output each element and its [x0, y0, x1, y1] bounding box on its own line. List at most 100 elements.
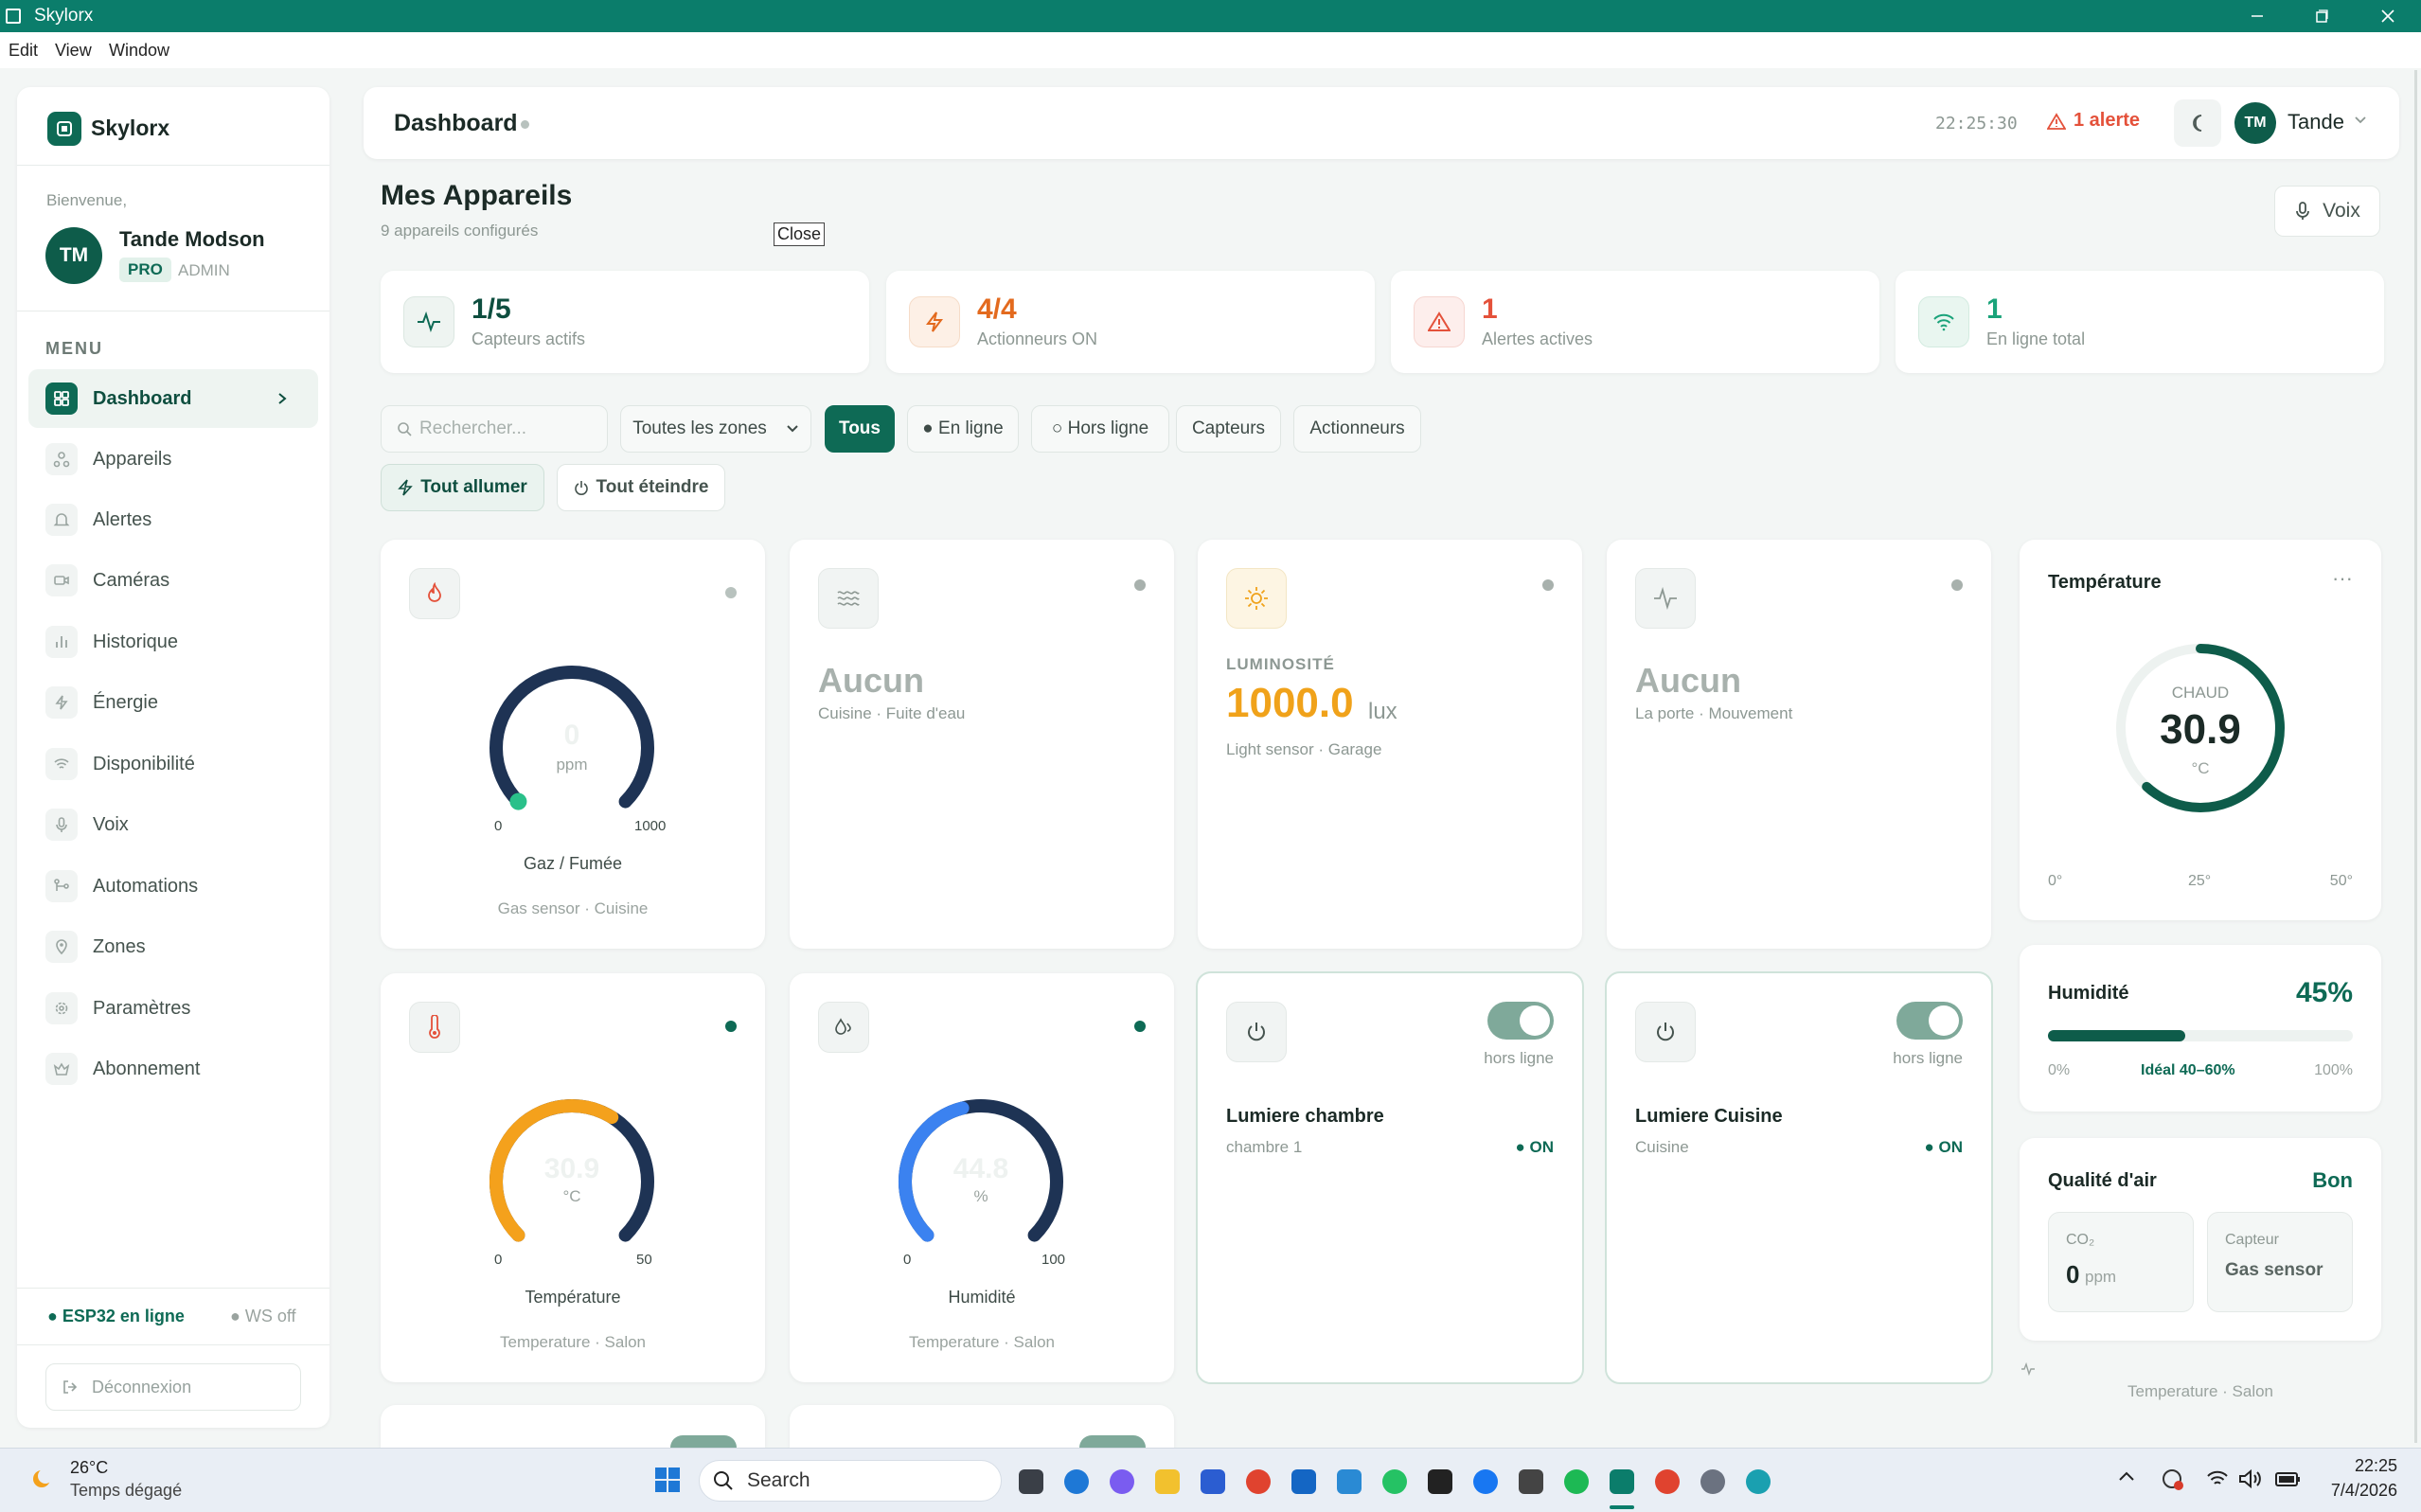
stat-label: Actionneurs ON — [977, 329, 1098, 348]
minimize-icon[interactable] — [2229, 0, 2286, 32]
device-card-temperature[interactable]: 30.9 °C 0 50 Température Temperature · S… — [381, 973, 765, 1382]
header-avatar[interactable]: TM — [2234, 102, 2276, 144]
nav-automations[interactable]: Automations — [28, 857, 318, 916]
arduino-icon[interactable] — [1746, 1469, 1771, 1494]
task-view-icon[interactable] — [1019, 1469, 1043, 1494]
filter-online[interactable]: ● En ligne — [907, 405, 1019, 453]
chevron-up-icon[interactable] — [2117, 1468, 2136, 1486]
app-icon — [6, 9, 21, 24]
wifi-icon — [1918, 296, 1969, 347]
device-card-light[interactable]: LUMINOSITÉ 1000.0 lux Light sensor · Gar… — [1198, 540, 1582, 949]
windows-start-icon[interactable] — [655, 1468, 680, 1492]
lamp-toggle[interactable] — [670, 1435, 737, 1448]
nav-dashboard[interactable]: Dashboard — [28, 369, 318, 428]
nav-historique[interactable]: Historique — [28, 613, 318, 671]
air-quality-status: Bon — [2312, 1168, 2353, 1192]
device-name: Gaz / Fumée — [523, 854, 623, 873]
device-card-partial[interactable] — [790, 1405, 1174, 1448]
chrome-icon[interactable] — [1655, 1469, 1680, 1494]
nav-appareils[interactable]: Appareils — [28, 430, 318, 489]
more-icon[interactable]: ··· — [2332, 566, 2353, 591]
nav-zones[interactable]: Zones — [28, 917, 318, 976]
edge-icon[interactable] — [1064, 1469, 1089, 1494]
window-title-bar: Skylorx — [0, 0, 2421, 32]
warning-icon — [2047, 112, 2066, 130]
filter-sensors[interactable]: Capteurs — [1176, 405, 1281, 453]
file-explorer-icon[interactable] — [1155, 1469, 1180, 1494]
lamp-toggle[interactable] — [1896, 1002, 1963, 1040]
zone-select[interactable]: Toutes les zones — [620, 405, 811, 453]
connection-status: hors ligne — [1893, 1049, 1963, 1067]
battery-icon[interactable] — [2274, 1468, 2303, 1490]
maximize-icon[interactable] — [2293, 0, 2350, 32]
volume-icon[interactable] — [2238, 1468, 2263, 1490]
device-location: Temperature · Salon — [908, 1333, 1056, 1351]
nav-energie[interactable]: Énergie — [28, 673, 318, 732]
filter-actuators[interactable]: Actionneurs — [1293, 405, 1421, 453]
wifi-icon[interactable] — [2206, 1469, 2229, 1488]
status-dot — [1134, 1021, 1146, 1032]
all-off-button[interactable]: Tout éteindre — [557, 464, 725, 511]
facebook-icon[interactable] — [1473, 1469, 1498, 1494]
zone-select-value: Toutes les zones — [632, 418, 767, 438]
nav-abonnement[interactable]: Abonnement — [28, 1040, 318, 1098]
amazon-icon[interactable] — [1428, 1469, 1452, 1494]
device-value: Aucun — [818, 661, 924, 700]
settings-icon[interactable] — [1700, 1469, 1725, 1494]
nav-label: Historique — [93, 631, 179, 652]
active-app-indicator — [1610, 1505, 1634, 1509]
voice-button[interactable]: Voix — [2274, 186, 2380, 237]
close-button[interactable]: Close — [774, 222, 826, 246]
bar-chart-icon — [45, 626, 78, 658]
device-card-water[interactable]: Aucun Cuisine · Fuite d'eau — [790, 540, 1174, 949]
device-card-motion[interactable]: Aucun La porte · Mouvement — [1607, 540, 1991, 949]
nav-cameras[interactable]: Caméras — [28, 551, 318, 610]
filter-all[interactable]: Tous — [825, 405, 895, 453]
search-icon — [713, 1470, 734, 1491]
chrome-icon[interactable] — [1246, 1469, 1271, 1494]
nav-label: Dashboard — [93, 387, 192, 409]
device-card-lamp-bedroom[interactable]: hors ligne Lumiere chambre chambre 1 ● O… — [1196, 971, 1584, 1384]
outlook-icon[interactable] — [1291, 1469, 1316, 1494]
nav-parametres[interactable]: Paramètres — [28, 979, 318, 1038]
all-on-button[interactable]: Tout allumer — [381, 464, 544, 511]
close-window-icon[interactable] — [2359, 0, 2416, 32]
dark-mode-toggle[interactable] — [2174, 99, 2221, 147]
lamp-toggle[interactable] — [1079, 1435, 1146, 1448]
menu-edit[interactable]: Edit — [9, 41, 38, 61]
stat-alerts: 1 Alertes actives — [1391, 271, 1879, 373]
vscode-icon[interactable] — [1337, 1469, 1362, 1494]
app-icon[interactable] — [1519, 1469, 1543, 1494]
gauge-min: 0 — [903, 1252, 912, 1268]
network-status-icon[interactable] — [2161, 1468, 2185, 1492]
scrollbar[interactable] — [2414, 70, 2417, 1443]
menu-window[interactable]: Window — [109, 41, 169, 61]
logout-label: Déconnexion — [92, 1377, 192, 1396]
nav-disponibilite[interactable]: Disponibilité — [28, 735, 318, 793]
header-user-name[interactable]: Tande — [2287, 110, 2344, 134]
humidity-fill — [2048, 1030, 2185, 1041]
spotify-icon[interactable] — [1564, 1469, 1589, 1494]
chevron-down-icon[interactable] — [2354, 116, 2367, 125]
filter-offline[interactable]: ○ Hors ligne — [1031, 405, 1169, 453]
water-waves-icon — [818, 568, 879, 629]
skylorx-taskbar-icon[interactable] — [1610, 1469, 1634, 1494]
copilot-icon[interactable] — [1110, 1469, 1134, 1494]
nav-label: Automations — [93, 875, 199, 897]
device-card-partial[interactable] — [381, 1405, 765, 1448]
lamp-toggle[interactable] — [1487, 1002, 1554, 1040]
device-card-lamp-kitchen[interactable]: hors ligne Lumiere Cuisine Cuisine ● ON — [1605, 971, 1993, 1384]
menu-view[interactable]: View — [55, 41, 92, 61]
alert-indicator[interactable]: 1 alerte — [2047, 110, 2140, 132]
header-status-dot — [521, 120, 529, 129]
whatsapp-icon[interactable] — [1382, 1469, 1407, 1494]
logout-button[interactable]: Déconnexion — [45, 1363, 301, 1411]
chevron-down-icon — [786, 424, 799, 434]
search-input[interactable]: Rechercher... — [381, 405, 608, 453]
device-card-humidity[interactable]: 44.8 % 0 100 Humidité Temperature · Salo… — [790, 973, 1174, 1382]
nav-voix[interactable]: Voix — [28, 795, 318, 854]
device-card-gas[interactable]: 0 ppm 0 1000 Gaz / Fumée Gas sensor · Cu… — [381, 540, 765, 949]
taskbar-search[interactable]: Search — [699, 1460, 1002, 1502]
store-icon[interactable] — [1201, 1469, 1225, 1494]
nav-alertes[interactable]: Alertes — [28, 490, 318, 549]
